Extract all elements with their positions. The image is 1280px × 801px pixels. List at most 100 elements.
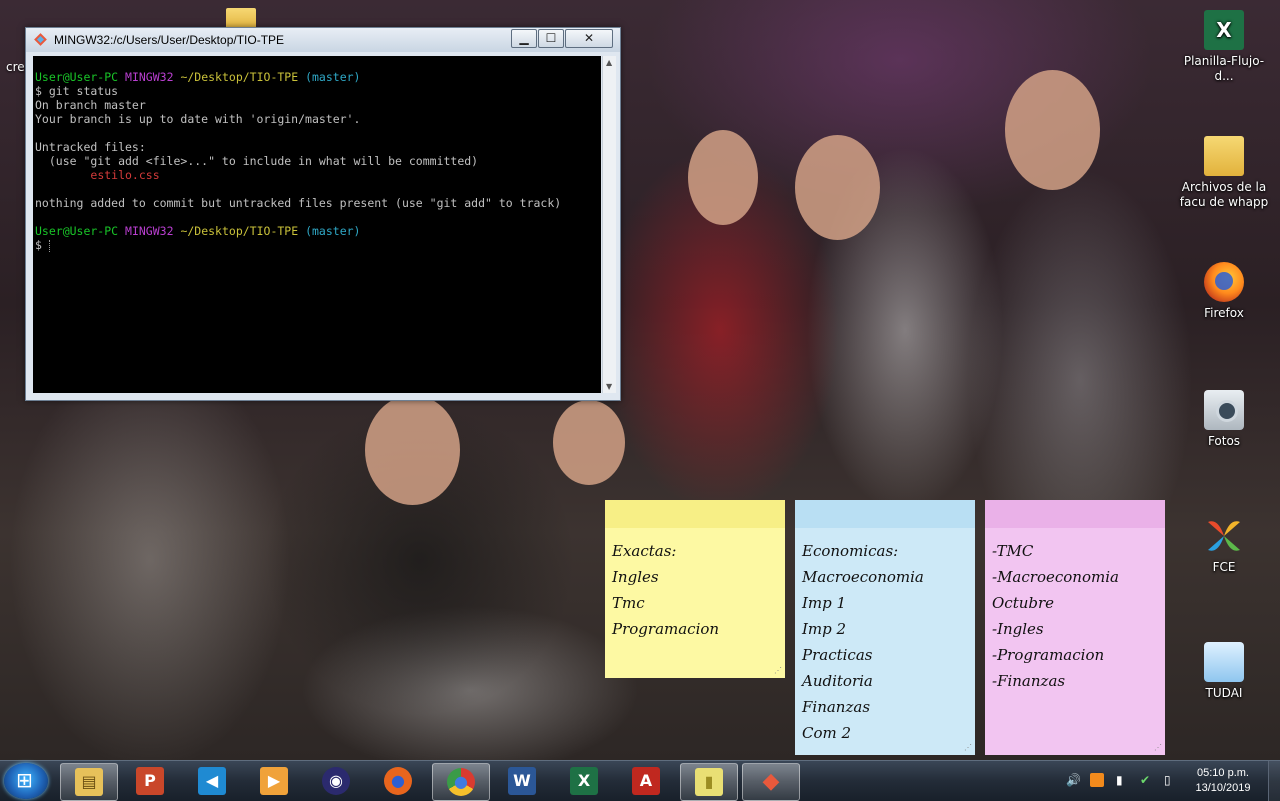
prompt-path: ~/Desktop/TIO-TPE xyxy=(180,70,299,84)
photos-camera-icon xyxy=(1204,390,1244,430)
terminal-prompt-line: User@User-PC MINGW32 ~/Desktop/TIO-TPE (… xyxy=(33,70,601,84)
taskbar-app-sticky-notes[interactable]: ▮ xyxy=(680,763,738,801)
scroll-up-icon[interactable]: ▲ xyxy=(606,58,612,67)
app-tray-icon[interactable] xyxy=(1090,773,1104,787)
wallpaper-figure xyxy=(688,130,758,225)
note-line: Imp 2 xyxy=(802,620,847,638)
note-line: Octubre xyxy=(992,594,1055,612)
note-line: Imp 1 xyxy=(802,594,847,612)
wallpaper-figure xyxy=(795,135,880,240)
taskbar-app-eclipse[interactable]: ◉ xyxy=(308,763,364,799)
clock-date: 13/10/2019 xyxy=(1195,782,1251,794)
sticky-note-header[interactable] xyxy=(985,500,1165,528)
wallpaper-figure xyxy=(1005,70,1100,190)
sticky-note-text[interactable]: Economicas: Macroeconomia Imp 1 Imp 2 Pr… xyxy=(795,528,975,746)
note-line: -TMC xyxy=(992,542,1034,560)
sticky-note-octubre[interactable]: -TMC -Macroeconomia Octubre -Ingles -Pro… xyxy=(985,500,1165,755)
word-icon: W xyxy=(508,767,536,795)
prompt-user: User@User-PC xyxy=(35,224,119,238)
untracked-file: estilo.css xyxy=(90,168,160,182)
note-line: Com 2 xyxy=(802,724,852,742)
note-line: Economicas: xyxy=(802,542,899,560)
sticky-note-header[interactable] xyxy=(795,500,975,528)
prompt-user: User@User-PC xyxy=(35,70,119,84)
note-line: Programacion xyxy=(612,620,720,638)
volume-icon[interactable]: 🔊 xyxy=(1066,773,1081,787)
taskbar-app-chrome[interactable]: ● xyxy=(432,763,490,801)
taskbar-app-acrobat[interactable]: A xyxy=(618,763,674,799)
terminal-output[interactable]: User@User-PC MINGW32 ~/Desktop/TIO-TPE (… xyxy=(33,56,601,393)
sticky-note-header[interactable] xyxy=(605,500,785,528)
network-signal-icon[interactable]: ▮ xyxy=(1116,773,1123,787)
taskbar-app-media-player[interactable]: ▶ xyxy=(246,763,302,799)
fce-icon xyxy=(1204,516,1244,556)
window-titlebar[interactable]: MINGW32:/c/Users/User/Desktop/TIO-TPE ▁ … xyxy=(26,28,620,52)
terminal-output-line: nothing added to commit but untracked fi… xyxy=(35,196,562,210)
desktop-icon-label: Firefox xyxy=(1204,306,1244,320)
note-line: Practicas xyxy=(802,646,873,664)
sticky-note-economicas[interactable]: Economicas: Macroeconomia Imp 1 Imp 2 Pr… xyxy=(795,500,975,755)
note-line: Exactas: xyxy=(612,542,677,560)
taskbar-app-powerpoint[interactable]: P xyxy=(122,763,178,799)
desktop-icon-label: Planilla-Flujo-d... xyxy=(1183,54,1265,83)
taskbar-app-file-explorer[interactable]: ▤ xyxy=(60,763,118,801)
clock-time: 05:10 p.m. xyxy=(1197,767,1249,779)
resize-grip-icon[interactable]: ⋰ xyxy=(774,666,782,675)
note-line: Macroeconomia xyxy=(802,568,924,586)
folder-icon xyxy=(1204,136,1244,176)
tudai-icon xyxy=(1204,642,1244,682)
taskbar-app-excel[interactable]: X xyxy=(556,763,612,799)
note-line: Tmc xyxy=(612,594,645,612)
desktop-icon-label: Fotos xyxy=(1207,434,1241,448)
start-button[interactable] xyxy=(4,763,48,799)
git-bash-icon xyxy=(34,33,47,46)
terminal-untracked-file-line: estilo.css xyxy=(33,168,601,182)
prompt-branch: (master) xyxy=(305,224,361,238)
show-desktop-button[interactable] xyxy=(1268,761,1280,801)
terminal-output-line: Your branch is up to date with 'origin/m… xyxy=(35,112,361,126)
sticky-note-text[interactable]: Exactas: Ingles Tmc Programacion xyxy=(605,528,785,642)
desktop-icon-planilla[interactable]: X Planilla-Flujo-d... xyxy=(1176,10,1272,84)
security-icon[interactable]: ✔ xyxy=(1140,773,1150,787)
terminal-output-line: (use "git add <file>..." to include in w… xyxy=(35,154,479,168)
git-bash-window[interactable]: MINGW32:/c/Users/User/Desktop/TIO-TPE ▁ … xyxy=(25,27,621,401)
maximize-button[interactable]: ☐ xyxy=(538,29,564,48)
terminal-command: $ git status xyxy=(35,84,119,98)
minimize-button[interactable]: ▁ xyxy=(511,29,537,48)
vertical-scrollbar[interactable]: ▲ ▼ xyxy=(602,56,616,393)
desktop-icon-tudai[interactable]: TUDAI xyxy=(1176,642,1272,701)
prompt-branch: (master) xyxy=(305,70,361,84)
resize-grip-icon[interactable]: ⋰ xyxy=(964,743,972,752)
taskbar-app-git-bash[interactable]: ◆ xyxy=(742,763,800,801)
git-bash-icon: ◆ xyxy=(762,769,780,794)
wallpaper-figure xyxy=(553,400,625,485)
chrome-icon: ● xyxy=(447,768,475,796)
taskbar-app-word[interactable]: W xyxy=(494,763,550,799)
media-player-icon: ▶ xyxy=(260,767,288,795)
desktop-icon-firefox[interactable]: Firefox xyxy=(1176,262,1272,321)
prompt-shell: MINGW32 xyxy=(125,224,174,238)
note-line: -Finanzas xyxy=(992,672,1066,690)
taskbar-app-vscode[interactable]: ◀ xyxy=(184,763,240,799)
window-title: MINGW32:/c/Users/User/Desktop/TIO-TPE xyxy=(54,33,285,47)
scroll-down-icon[interactable]: ▼ xyxy=(606,382,612,391)
resize-grip-icon[interactable]: ⋰ xyxy=(1154,743,1162,752)
system-clock[interactable]: 05:10 p.m. 13/10/2019 xyxy=(1188,766,1258,796)
sticky-note-exactas[interactable]: Exactas: Ingles Tmc Programacion ⋰ xyxy=(605,500,785,678)
close-button[interactable]: ✕ xyxy=(565,29,613,48)
taskbar-app-firefox[interactable]: ● xyxy=(370,763,426,799)
firefox-icon: ● xyxy=(384,767,412,795)
sticky-note-text[interactable]: -TMC -Macroeconomia Octubre -Ingles -Pro… xyxy=(985,528,1165,694)
note-line: Finanzas xyxy=(802,698,871,716)
desktop-icon-archivos[interactable]: Archivos de la facu de whapp xyxy=(1176,136,1272,210)
excel-file-icon: X xyxy=(1204,10,1244,50)
terminal-output-line: On branch master xyxy=(35,98,146,112)
desktop-icon-fce[interactable]: FCE xyxy=(1176,516,1272,575)
terminal-input-line[interactable]: $ xyxy=(33,238,601,252)
desktop-icon-fotos[interactable]: Fotos xyxy=(1176,390,1272,449)
battery-icon[interactable]: ▯ xyxy=(1164,773,1171,787)
prompt-shell: MINGW32 xyxy=(125,70,174,84)
note-line: -Ingles xyxy=(992,620,1044,638)
